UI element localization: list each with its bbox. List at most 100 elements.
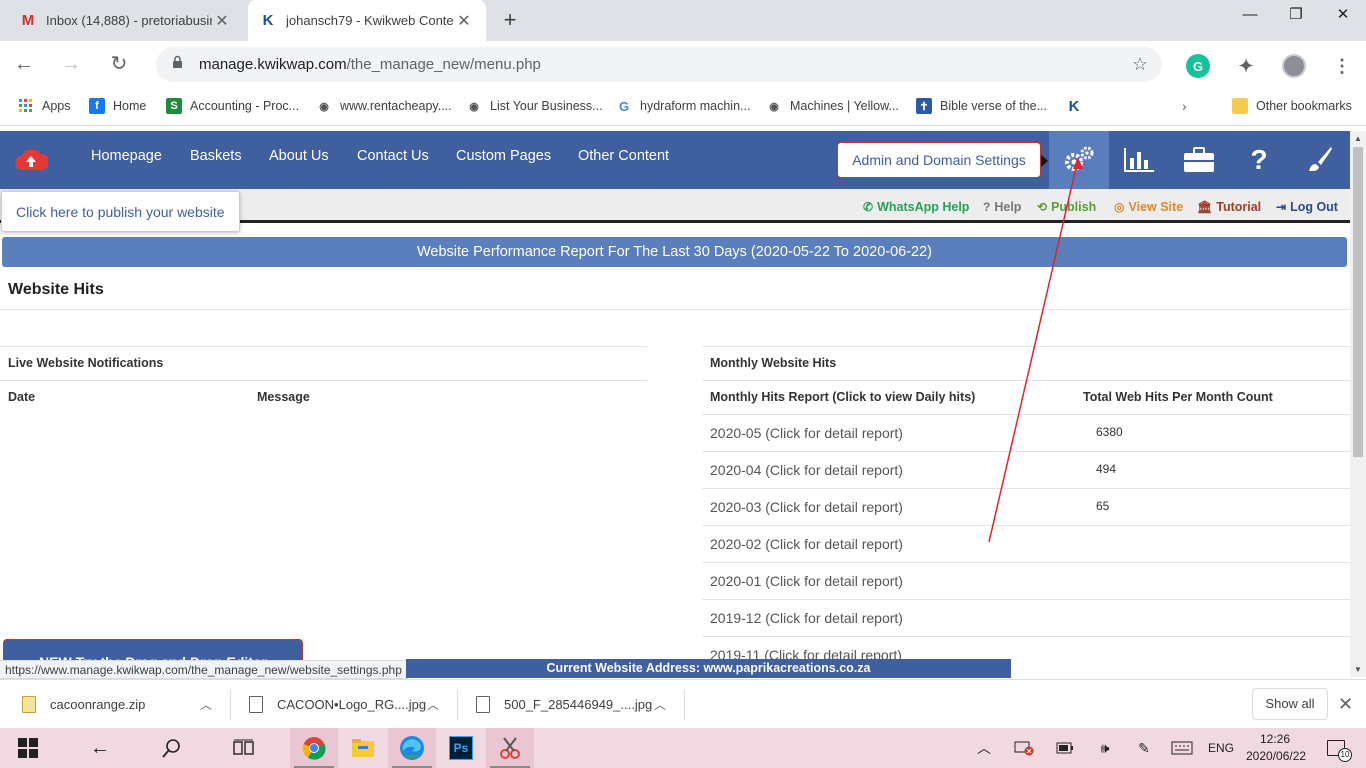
task-view-icon[interactable] — [220, 728, 268, 768]
month-report-link[interactable]: 2020-01 (Click for detail report) — [710, 573, 903, 589]
minimize-button[interactable]: — — [1227, 0, 1273, 30]
bookmarks-bar: Apps f Home S Accounting - Proc... ◉ www… — [0, 88, 1366, 126]
help-question-icon[interactable]: ? — [1229, 131, 1289, 189]
close-icon[interactable]: ✕ — [1338, 694, 1353, 715]
bookmark-label: Other bookmarks — [1256, 99, 1352, 113]
language-indicator[interactable]: ENG — [1206, 728, 1236, 768]
grammarly-icon[interactable]: G — [1186, 54, 1210, 78]
month-hit-count: 65 — [1096, 499, 1110, 513]
admin-domain-settings-tooltip[interactable]: Admin and Domain Settings — [837, 142, 1048, 178]
nav-about-us[interactable]: About Us — [269, 148, 329, 164]
publish-link[interactable]: ⟲ Publish — [1037, 200, 1096, 214]
month-report-link[interactable]: 2020-02 (Click for detail report) — [710, 536, 903, 552]
help-link[interactable]: ? Help — [983, 200, 1021, 214]
bookmark-kwikweb[interactable]: K — [1066, 98, 1090, 115]
page-scrollbar[interactable]: ▲ ▼ — [1350, 131, 1366, 677]
bookmark-label: Home — [113, 99, 147, 113]
bar-chart-icon[interactable] — [1109, 131, 1169, 189]
bookmark-machines[interactable]: ◉ Machines | Yellow... — [766, 98, 899, 114]
nav-contact-us[interactable]: Contact Us — [357, 148, 429, 164]
tray-chevron-up-icon[interactable]: ︿ — [974, 728, 994, 768]
chevron-up-icon[interactable]: ︿ — [200, 680, 212, 729]
edge-taskbar-icon[interactable] — [388, 728, 436, 768]
photoshop-icon[interactable]: Ps — [437, 728, 485, 768]
notifications-col-message: Message — [257, 390, 310, 404]
profile-avatar[interactable] — [1282, 54, 1306, 78]
month-report-link[interactable]: 2019-12 (Click for detail report) — [710, 610, 903, 626]
pen-ink-icon[interactable]: ✎ — [1133, 728, 1155, 768]
bookmark-list-business[interactable]: ◉ List Your Business... — [466, 98, 602, 114]
nav-baskets[interactable]: Baskets — [190, 148, 242, 164]
address-bar[interactable]: manage.kwikwap.com/the_manage_new/menu.p… — [156, 47, 1162, 82]
briefcase-icon[interactable] — [1169, 131, 1229, 189]
bookmark-bible-verse[interactable]: ✝ Bible verse of the... — [916, 98, 1047, 114]
file-explorer-icon[interactable] — [339, 728, 387, 768]
action-center-icon[interactable]: 10 — [1322, 728, 1352, 768]
forward-button[interactable]: → — [56, 49, 86, 79]
divider — [702, 525, 1350, 526]
close-icon[interactable]: ✕ — [454, 11, 474, 31]
system-clock[interactable]: 12:26 2020/06/22 — [1246, 731, 1306, 765]
scroll-down-arrow-icon[interactable]: ▼ — [1350, 665, 1366, 674]
paintbrush-icon[interactable] — [1289, 131, 1349, 189]
bookmark-apps[interactable]: Apps — [18, 98, 71, 114]
back-arrow-icon[interactable]: ← — [76, 728, 124, 768]
scroll-up-arrow-icon[interactable]: ▲ — [1350, 134, 1366, 143]
tutorial-link[interactable]: 🏛 Tutorial — [1197, 200, 1261, 214]
more-bookmarks-chevron-icon[interactable]: › — [1182, 98, 1187, 114]
download-item[interactable]: CACOON•Logo_RG....jpg — [249, 680, 426, 729]
new-tab-button[interactable]: + — [496, 6, 524, 34]
search-icon[interactable] — [148, 728, 196, 768]
restore-button[interactable]: ❐ — [1273, 0, 1319, 30]
log-out-link[interactable]: ⇥ Log Out — [1276, 200, 1338, 214]
battery-icon[interactable] — [1054, 728, 1076, 768]
view-site-link[interactable]: ◎ View Site — [1114, 200, 1183, 214]
windows-start-icon[interactable] — [4, 728, 52, 768]
globe-icon: ◉ — [769, 100, 779, 113]
scroll-thumb[interactable] — [1353, 147, 1363, 457]
kwikweb-cloud-logo-icon[interactable] — [14, 146, 50, 174]
keyboard-icon[interactable] — [1170, 728, 1194, 768]
nav-homepage[interactable]: Homepage — [91, 148, 162, 164]
download-item[interactable]: cacoonrange.zip — [22, 680, 145, 729]
bookmark-label: www.rentacheapy.... — [340, 99, 452, 113]
whatsapp-help-link[interactable]: ✆ WhatsApp Help — [863, 200, 969, 214]
bookmark-home[interactable]: f Home — [89, 98, 146, 114]
tab-kwikweb[interactable]: K johansch79 - Kwikweb Content ✕ — [248, 0, 486, 41]
chrome-taskbar-icon[interactable] — [290, 728, 338, 768]
status-bar-url: https://www.manage.kwikwap.com/the_manag… — [0, 660, 408, 679]
download-item[interactable]: 500_F_285446949_....jpg — [476, 680, 652, 729]
question-icon: ? — [983, 200, 991, 214]
bookmark-star-icon[interactable]: ☆ — [1132, 54, 1148, 75]
chevron-up-icon[interactable]: ︿ — [654, 680, 666, 729]
window-close-button[interactable]: ✕ — [1320, 0, 1366, 30]
volume-icon[interactable]: 🕪 — [1094, 728, 1116, 768]
settings-gears-icon[interactable] — [1049, 131, 1109, 189]
divider — [702, 562, 1350, 563]
reload-button[interactable]: ↻ — [104, 49, 134, 79]
folder-icon — [1232, 98, 1248, 114]
image-file-icon — [249, 696, 263, 713]
bookmark-rentacheapy[interactable]: ◉ www.rentacheapy.... — [316, 98, 452, 114]
bookmark-label: Machines | Yellow... — [790, 99, 899, 113]
download-filename: CACOON•Logo_RG....jpg — [277, 697, 427, 712]
chevron-up-icon[interactable]: ︿ — [427, 680, 439, 729]
month-report-link[interactable]: 2020-04 (Click for detail report) — [710, 462, 903, 478]
show-all-downloads-button[interactable]: Show all — [1252, 688, 1328, 720]
snipping-tool-icon[interactable] — [486, 728, 534, 768]
page-viewport: Homepage Baskets About Us Contact Us Cus… — [0, 131, 1350, 677]
tab-gmail[interactable]: M Inbox (14,888) - pretoriabusine ✕ — [8, 0, 244, 41]
month-report-link[interactable]: 2020-03 (Click for detail report) — [710, 499, 903, 515]
nav-other-content[interactable]: Other Content — [578, 148, 669, 164]
publish-website-tooltip[interactable]: Click here to publish your website — [1, 191, 240, 232]
back-button[interactable]: ← — [9, 49, 39, 79]
bookmark-hydraform[interactable]: G hydraform machin... — [616, 98, 751, 114]
menu-kebab-icon[interactable]: ⋮ — [1330, 54, 1354, 78]
extensions-icon[interactable]: ✦ — [1234, 54, 1258, 78]
bookmark-accounting[interactable]: S Accounting - Proc... — [166, 98, 299, 114]
close-icon[interactable]: ✕ — [212, 11, 232, 31]
nav-custom-pages[interactable]: Custom Pages — [456, 148, 551, 164]
network-error-icon[interactable] — [1012, 728, 1036, 768]
bookmark-other[interactable]: Other bookmarks — [1232, 98, 1352, 114]
month-report-link[interactable]: 2020-05 (Click for detail report) — [710, 425, 903, 441]
